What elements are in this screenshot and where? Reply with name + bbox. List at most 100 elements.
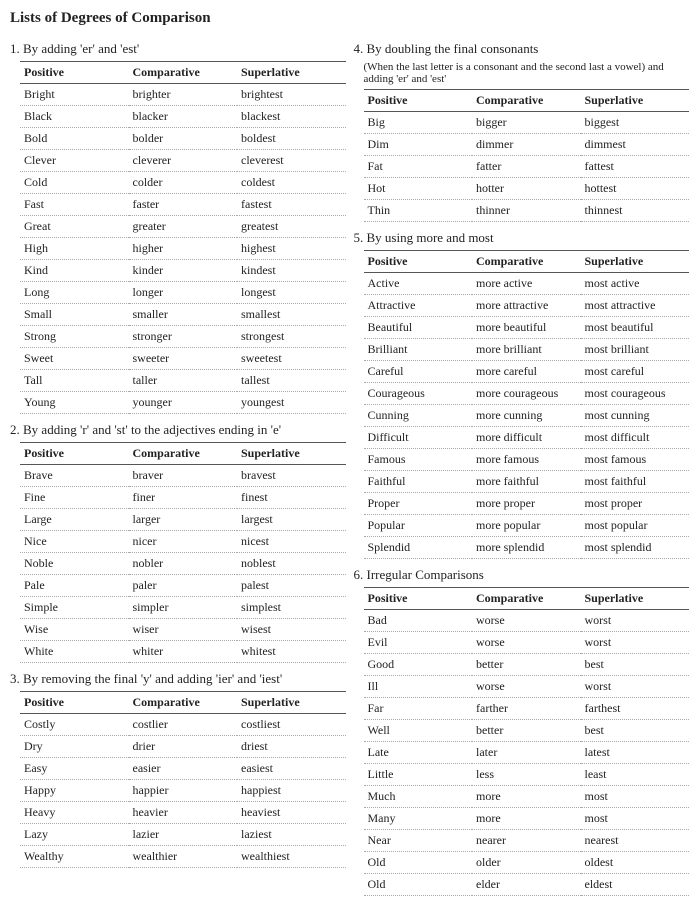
table-cell: happiest (237, 780, 346, 802)
table-cell: more cunning (472, 405, 581, 427)
table-row: Nearnearernearest (364, 830, 689, 852)
table-cell: Cold (20, 172, 129, 194)
table-cell: worst (581, 610, 689, 632)
table-cell: costlier (129, 714, 238, 736)
table-row: Hothotterhottest (364, 178, 689, 200)
column-header-comparative: Comparative (129, 443, 238, 465)
column-header-positive: Positive (20, 692, 129, 714)
comparison-table: PositiveComparativeSuperlativeBravebrave… (20, 442, 346, 663)
table-cell: smallest (237, 304, 346, 326)
column-header-comparative: Comparative (472, 588, 581, 610)
table-cell: biggest (581, 112, 689, 134)
table-cell: Dry (20, 736, 129, 758)
table-cell: Hot (364, 178, 473, 200)
table-row: Youngyoungeryoungest (20, 392, 346, 414)
table-row: Beautifulmore beautifulmost beautiful (364, 317, 689, 339)
table-row: Propermore propermost proper (364, 493, 689, 515)
table-cell: kinder (129, 260, 238, 282)
table-row: Happyhappierhappiest (20, 780, 346, 802)
table-cell: Happy (20, 780, 129, 802)
table-row: Smallsmallersmallest (20, 304, 346, 326)
table-cell: best (581, 720, 689, 742)
section-title: 1. By adding 'er' and 'est' (10, 41, 336, 57)
table-cell: Careful (364, 361, 473, 383)
column-header-superlative: Superlative (581, 588, 689, 610)
section-title: 5. By using more and most (354, 230, 680, 246)
table-cell: colder (129, 172, 238, 194)
left-column: 1. By adding 'er' and 'est' Positive Compa… (10, 33, 336, 902)
table-cell: Faithful (364, 471, 473, 493)
column-header-positive: Positive (364, 251, 473, 273)
table-cell: White (20, 641, 129, 663)
table-row: Bigbiggerbiggest (364, 112, 689, 134)
table-cell: simpler (129, 597, 238, 619)
table-row: Kindkinderkindest (20, 260, 346, 282)
table-cell: Courageous (364, 383, 473, 405)
table-row: Boldbolderboldest (20, 128, 346, 150)
table-cell: most (581, 808, 689, 830)
table-row: Whitewhiterwhitest (20, 641, 346, 663)
table-row: Noblenoblernoblest (20, 553, 346, 575)
table-row: Longlongerlongest (20, 282, 346, 304)
table-row: Drydrierdriest (20, 736, 346, 758)
table-cell: Wealthy (20, 846, 129, 868)
table-cell: most courageous (581, 383, 689, 405)
table-row: Clevercleverercleverest (20, 150, 346, 172)
column-header-superlative: Superlative (581, 90, 689, 112)
table-cell: High (20, 238, 129, 260)
table-cell: wealthiest (237, 846, 346, 868)
table-cell: most proper (581, 493, 689, 515)
table-cell: more beautiful (472, 317, 581, 339)
table-cell: Strong (20, 326, 129, 348)
table-cell: Clever (20, 150, 129, 172)
table-cell: wiser (129, 619, 238, 641)
table-cell: fatter (472, 156, 581, 178)
table-cell: most (581, 786, 689, 808)
table-cell: wealthier (129, 846, 238, 868)
table-cell: more courageous (472, 383, 581, 405)
table-row: Popularmore popularmost popular (364, 515, 689, 537)
table-cell: most attractive (581, 295, 689, 317)
table-cell: youngest (237, 392, 346, 414)
table-cell: costliest (237, 714, 346, 736)
table-cell: Tall (20, 370, 129, 392)
table-row: Courageousmore courageousmost courageous (364, 383, 689, 405)
table-cell: bolder (129, 128, 238, 150)
table-cell: less (472, 764, 581, 786)
table-cell: most splendid (581, 537, 689, 559)
table-cell: farthest (581, 698, 689, 720)
table-cell: older (472, 852, 581, 874)
table-cell: Noble (20, 553, 129, 575)
table-cell: taller (129, 370, 238, 392)
table-cell: more splendid (472, 537, 581, 559)
table-row: Muchmoremost (364, 786, 689, 808)
table-cell: Old (364, 874, 473, 896)
table-cell: better (472, 720, 581, 742)
table-cell: longer (129, 282, 238, 304)
table-cell: whitest (237, 641, 346, 663)
table-row: Easyeasiereasiest (20, 758, 346, 780)
table-cell: Popular (364, 515, 473, 537)
table-cell: largest (237, 509, 346, 531)
column-header-superlative: Superlative (237, 62, 346, 84)
table-cell: more faithful (472, 471, 581, 493)
right-column: 4. By doubling the final consonants(When… (354, 33, 680, 902)
table-cell: more difficult (472, 427, 581, 449)
table-cell: most difficult (581, 427, 689, 449)
table-row: Badworseworst (364, 610, 689, 632)
table-cell: Proper (364, 493, 473, 515)
table-cell: more popular (472, 515, 581, 537)
table-row: Wellbetterbest (364, 720, 689, 742)
table-cell: lazier (129, 824, 238, 846)
table-cell: thinnest (581, 200, 689, 222)
table-cell: worse (472, 610, 581, 632)
table-cell: more (472, 786, 581, 808)
table-cell: thinner (472, 200, 581, 222)
table-cell: Bad (364, 610, 473, 632)
table-cell: kindest (237, 260, 346, 282)
table-cell: easier (129, 758, 238, 780)
table-cell: heavier (129, 802, 238, 824)
table-row: Fastfasterfastest (20, 194, 346, 216)
table-cell: sweetest (237, 348, 346, 370)
table-cell: bravest (237, 465, 346, 487)
